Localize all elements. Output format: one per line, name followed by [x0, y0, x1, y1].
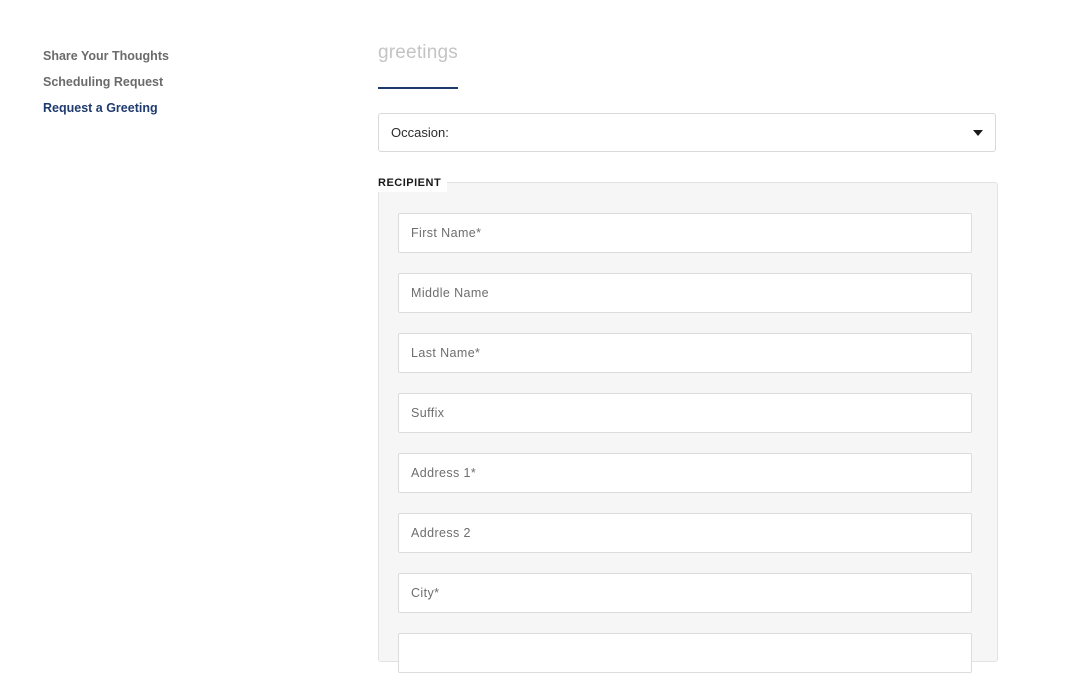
sidebar-item-share-your-thoughts[interactable]: Share Your Thoughts — [43, 43, 243, 69]
address-1-field[interactable] — [398, 453, 972, 493]
first-name-field[interactable] — [398, 213, 972, 253]
suffix-field[interactable] — [398, 393, 972, 433]
sidebar-item-request-a-greeting[interactable]: Request a Greeting — [43, 95, 243, 121]
next-field-partial[interactable] — [398, 633, 972, 673]
last-name-field[interactable] — [398, 333, 972, 373]
occasion-label: Occasion: — [391, 125, 449, 140]
title-underline — [378, 87, 458, 89]
occasion-select[interactable]: Occasion: — [378, 113, 996, 152]
city-field[interactable] — [398, 573, 972, 613]
page-title: greetings — [378, 42, 458, 63]
sidebar-nav: Share Your Thoughts Scheduling Request R… — [43, 43, 243, 121]
recipient-legend: RECIPIENT — [378, 175, 448, 192]
address-2-field[interactable] — [398, 513, 972, 553]
middle-name-field[interactable] — [398, 273, 972, 313]
caret-down-icon — [973, 129, 983, 136]
sidebar-item-scheduling-request[interactable]: Scheduling Request — [43, 69, 243, 95]
